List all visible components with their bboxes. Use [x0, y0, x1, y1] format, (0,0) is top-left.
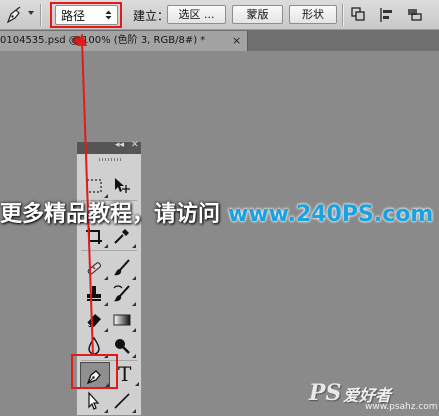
marquee-tool-icon[interactable]: [82, 174, 108, 198]
promo-text: 更多精品教程，请访问: [0, 202, 221, 227]
watermark-url: www.psahz.com: [365, 402, 438, 412]
path-arrangement-icon[interactable]: [406, 6, 424, 24]
divider: [81, 250, 137, 251]
close-icon[interactable]: ✕: [131, 140, 139, 150]
annotation-dot: [73, 36, 82, 45]
panel-grip[interactable]: [99, 158, 121, 161]
path-alignment-icon[interactable]: [378, 6, 396, 24]
healing-brush-icon[interactable]: [82, 256, 108, 280]
move-tool-icon[interactable]: [110, 174, 136, 198]
make-selection-button[interactable]: 选区 ...: [167, 5, 226, 24]
tool-preset-caret[interactable]: [28, 11, 34, 15]
path-selection-icon[interactable]: [82, 389, 108, 413]
close-icon[interactable]: ×: [232, 31, 241, 51]
promo-site: www.240PS.com: [228, 202, 434, 227]
promo-banner: 更多精品教程，请访问 www.240PS.com: [0, 196, 433, 228]
gradient-tool-icon[interactable]: [110, 308, 136, 332]
options-bar: 路径 建立： 选区 ... 蒙版 形状: [0, 0, 439, 30]
document-tab[interactable]: 0104535.psd @ 100% (色阶 3, RGB/8#) * ×: [0, 31, 248, 51]
collapse-icon[interactable]: ◂◂: [115, 140, 124, 150]
clone-stamp-icon[interactable]: [82, 282, 108, 306]
history-brush-icon[interactable]: [110, 282, 136, 306]
path-operations-icon[interactable]: [350, 6, 368, 24]
document-title: 0104535.psd @ 100% (色阶 3, RGB/8#) *: [0, 35, 206, 46]
divider: [342, 4, 344, 26]
make-shape-button[interactable]: 形状: [289, 5, 337, 24]
line-tool-icon[interactable]: [110, 389, 136, 413]
divider: [40, 4, 42, 26]
eraser-tool-icon[interactable]: [82, 308, 108, 332]
watermark: PS 爱好者 www.psahz.com: [309, 380, 438, 414]
watermark-ps: PS: [309, 380, 342, 406]
make-label: 建立：: [133, 9, 170, 23]
pen-tool-icon[interactable]: [4, 5, 24, 25]
make-mask-button[interactable]: 蒙版: [232, 5, 283, 24]
pen-highlight-box: [71, 354, 118, 389]
type-tool-glyph: T: [118, 362, 132, 386]
mode-highlight-box: [50, 2, 122, 28]
brush-tool-icon[interactable]: [110, 256, 136, 280]
tools-panel-header[interactable]: ◂◂ ✕: [77, 140, 141, 154]
